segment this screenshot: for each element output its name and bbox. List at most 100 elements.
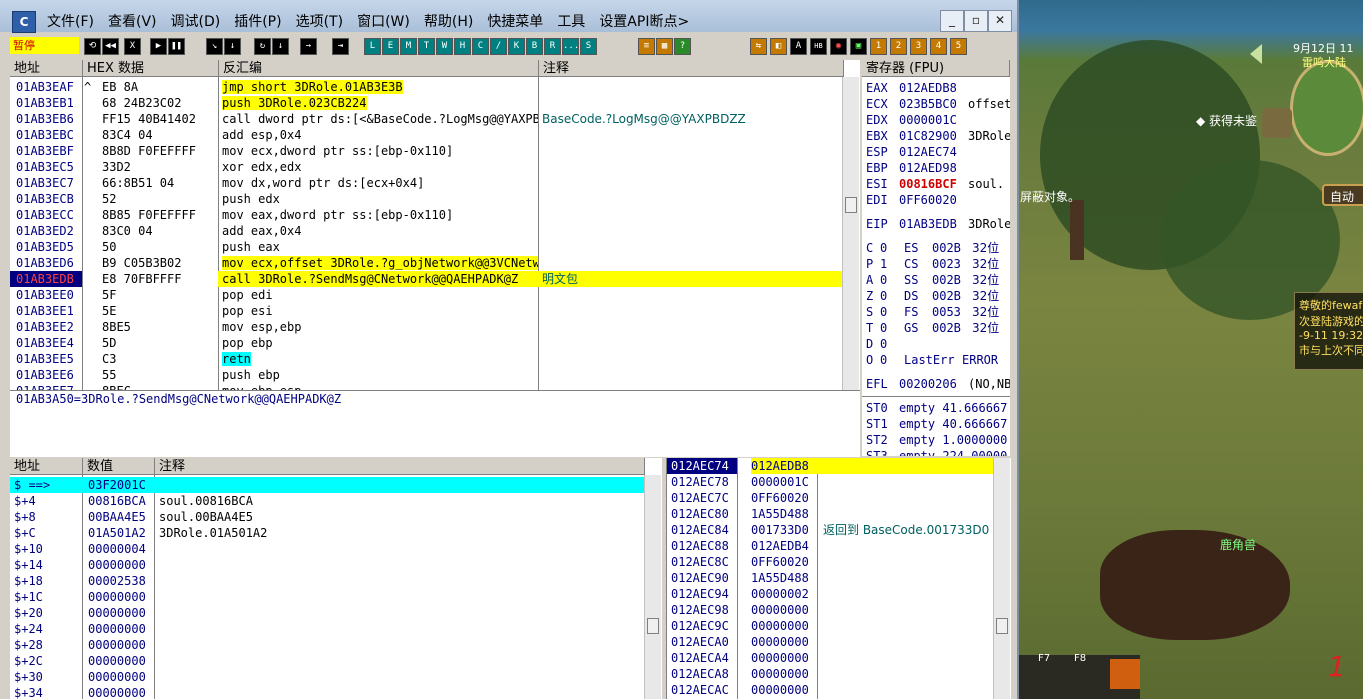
address-cell[interactable]: 01AB3EC7 (16, 175, 80, 191)
stack-row[interactable]: 012AECA4 00000000 (667, 650, 993, 666)
asm-cell[interactable]: mov ebp,esp (222, 383, 538, 390)
trace-over-button[interactable]: ↓ (272, 38, 289, 55)
disasm-row[interactable]: 01AB3EBF 8B8D F0FEFFFF mov ecx,dword ptr s… (10, 143, 842, 159)
value-cell[interactable]: 00002538 (88, 573, 154, 589)
stack-address[interactable]: 012AECA8 (667, 666, 737, 682)
disasm-row[interactable]: 01AB3EE7 8BEC mov ebp,esp (10, 383, 842, 390)
dump-row[interactable]: $+8 00BAA4E5 soul.00BAA4E5 (10, 509, 644, 525)
stack-row[interactable]: 012AEC7C 0FF60020 (667, 490, 993, 506)
dump-row[interactable]: $+24 00000000 (10, 621, 644, 637)
address-cell[interactable]: 01AB3ED6 (16, 255, 80, 271)
offset-cell[interactable]: $+34 (14, 685, 82, 699)
disasm-row[interactable]: 01AB3EE2 8BE5 mov esp,ebp (10, 319, 842, 335)
dump-pane[interactable]: 地址 数值 注释 $ ==> 03F2001C $+4 00816BCA soul.00… (10, 458, 662, 699)
address-cell[interactable]: 01AB3EDB (10, 271, 82, 287)
asm-cell[interactable]: push edx (222, 191, 538, 207)
pause-button[interactable]: ❚❚ (168, 38, 185, 55)
scrollbar-thumb[interactable] (845, 197, 857, 213)
asm-cell[interactable]: call dword ptr ds:[<&BaseCode.?LogMsg@@Y… (222, 111, 538, 127)
register-row[interactable]: EBP 012AED98 (862, 160, 1010, 176)
flag-row[interactable]: C 0 ES 002B 32位 (862, 240, 1010, 256)
dump-row[interactable]: $+28 00000000 (10, 637, 644, 653)
dump-row[interactable]: $+4 00816BCA soul.00816BCA (10, 493, 644, 509)
stack-pane[interactable]: 012AEC74 012AEDB8 012AEC78 0000001C 012AEC7C… (666, 458, 1011, 699)
cpu-button[interactable]: C (472, 38, 489, 55)
stack-row[interactable]: 012AECA0 00000000 (667, 634, 993, 650)
value-cell[interactable]: 00000000 (88, 653, 154, 669)
dump-row[interactable]: $+14 00000000 (10, 557, 644, 573)
asm-cell[interactable]: push ebp (222, 367, 538, 383)
offset-cell[interactable]: $+8 (14, 509, 82, 525)
stack-value[interactable]: 00000000 (751, 682, 817, 698)
register-row[interactable]: EBX 01C82900 3DRole (862, 128, 1010, 144)
col-header-value[interactable]: 数值 (83, 458, 155, 475)
register-value[interactable]: 01AB3EDB (899, 216, 965, 232)
flag-value[interactable]: 0 (880, 240, 892, 256)
close-process-button[interactable]: X (124, 38, 141, 55)
value-cell[interactable]: 00000000 (88, 557, 154, 573)
restart-button[interactable]: ⟲ (84, 38, 101, 55)
swap-button[interactable]: ⇆ (750, 38, 767, 55)
execute-till-return-button[interactable]: → (300, 38, 317, 55)
asm-cell[interactable]: mov esp,ebp (222, 319, 538, 335)
offset-cell[interactable]: $+18 (14, 573, 82, 589)
address-cell[interactable]: 01AB3EE7 (16, 383, 80, 390)
fpu-value[interactable]: empty 40.666667 (899, 416, 1010, 432)
stack-address[interactable]: 012AECA0 (667, 634, 737, 650)
disasm-row[interactable]: 01AB3EE4 5D pop ebp (10, 335, 842, 351)
monster-sprite[interactable] (1100, 530, 1290, 640)
disasm-row[interactable]: 01AB3ED2 83C0 04 add eax,0x4 (10, 223, 842, 239)
address-cell[interactable]: 01AB3EB1 (16, 95, 80, 111)
register-row[interactable]: EAX 012AEDB8 (862, 80, 1010, 96)
address-cell[interactable]: 01AB3EE0 (16, 287, 80, 303)
register-value[interactable]: 012AEDB8 (899, 80, 965, 96)
title-bar[interactable]: C 文件(F) 查看(V) 调试(D) 插件(P) 选项(T) 窗口(W) 帮助… (0, 0, 1017, 33)
disasm-row[interactable]: 01AB3EE5 C3 retn (10, 351, 842, 367)
stack-value[interactable]: 1A55D488 (751, 506, 817, 522)
windows-button[interactable]: W (436, 38, 453, 55)
panel-button[interactable]: ◧ (770, 38, 787, 55)
list-button[interactable]: ≡ (638, 38, 655, 55)
fpu-row[interactable]: ST3 empty 224.00000 (862, 448, 1010, 456)
stack-row[interactable]: 012AEC9C 00000000 (667, 618, 993, 634)
value-cell[interactable]: 00000000 (88, 637, 154, 653)
offset-cell[interactable]: $+1C (14, 589, 82, 605)
col-header-comment[interactable]: 注释 (155, 458, 645, 475)
address-cell[interactable]: 01AB3EE6 (16, 367, 80, 383)
disasm-row[interactable]: 01AB3EDB E8 70FBFFFF call 3DRole.?SendMsg@… (10, 271, 842, 287)
disasm-row[interactable]: 01AB3EC7 66:8B51 04 mov dx,word ptr ds:[ec… (10, 175, 842, 191)
stack-address[interactable]: 012AEC9C (667, 618, 737, 634)
register-value[interactable]: 012AEC74 (899, 144, 965, 160)
slot-2-button[interactable]: 2 (890, 38, 907, 55)
stack-row[interactable]: 012AEC78 0000001C (667, 474, 993, 490)
disasm-row[interactable]: 01AB3EAF ^ EB 8A jmp short 3DRole.01AB3E3B (10, 79, 842, 95)
col-header-address[interactable]: 地址 (10, 458, 83, 475)
address-cell[interactable]: 01AB3EBC (16, 127, 80, 143)
breakpoints-button[interactable]: B (526, 38, 543, 55)
dump-row[interactable]: $+30 00000000 (10, 669, 644, 685)
disassembly-pane[interactable]: 地址 HEX 数据 反汇编 注释 01AB3EAF ^ EB 8A jmp short… (10, 60, 860, 390)
asm-cell[interactable]: push eax (222, 239, 538, 255)
dump-scrollbar[interactable] (644, 475, 661, 699)
value-cell[interactable]: 00000000 (88, 621, 154, 637)
stack-row[interactable]: 012AEC80 1A55D488 (667, 506, 993, 522)
asm-cell[interactable]: mov ecx,offset 3DRole.?g_objNetwork@@3VC… (222, 255, 538, 271)
address-cell[interactable]: 01AB3EC5 (16, 159, 80, 175)
stack-value[interactable]: 001733D0 (751, 522, 817, 538)
disasm-row[interactable]: 01AB3EB6 FF15 40B41402 call dword ptr ds:[… (10, 111, 842, 127)
stack-row[interactable]: 012AEC90 1A55D488 (667, 570, 993, 586)
stack-value[interactable]: 00000000 (751, 618, 817, 634)
stack-row[interactable]: 012AEC8C 0FF60020 (667, 554, 993, 570)
goto-button[interactable]: ⇥ (332, 38, 349, 55)
dump-row[interactable]: $+10 00000004 (10, 541, 644, 557)
stack-value[interactable]: 0FF60020 (751, 490, 817, 506)
stack-row[interactable]: 012AECA8 00000000 (667, 666, 993, 682)
asm-cell[interactable]: xor edx,edx (222, 159, 538, 175)
step-into-button[interactable]: ↘ (206, 38, 223, 55)
flag-row[interactable]: T 0 GS 002B 32位 (862, 320, 1010, 336)
handles-button[interactable]: H (454, 38, 471, 55)
flag-row[interactable]: S 0 FS 0053 32位 (862, 304, 1010, 320)
fpu-row[interactable]: ST2 empty 1.0000000 (862, 432, 1010, 448)
restore-button[interactable]: ▫ (964, 10, 988, 32)
trace-into-button[interactable]: ↻ (254, 38, 271, 55)
